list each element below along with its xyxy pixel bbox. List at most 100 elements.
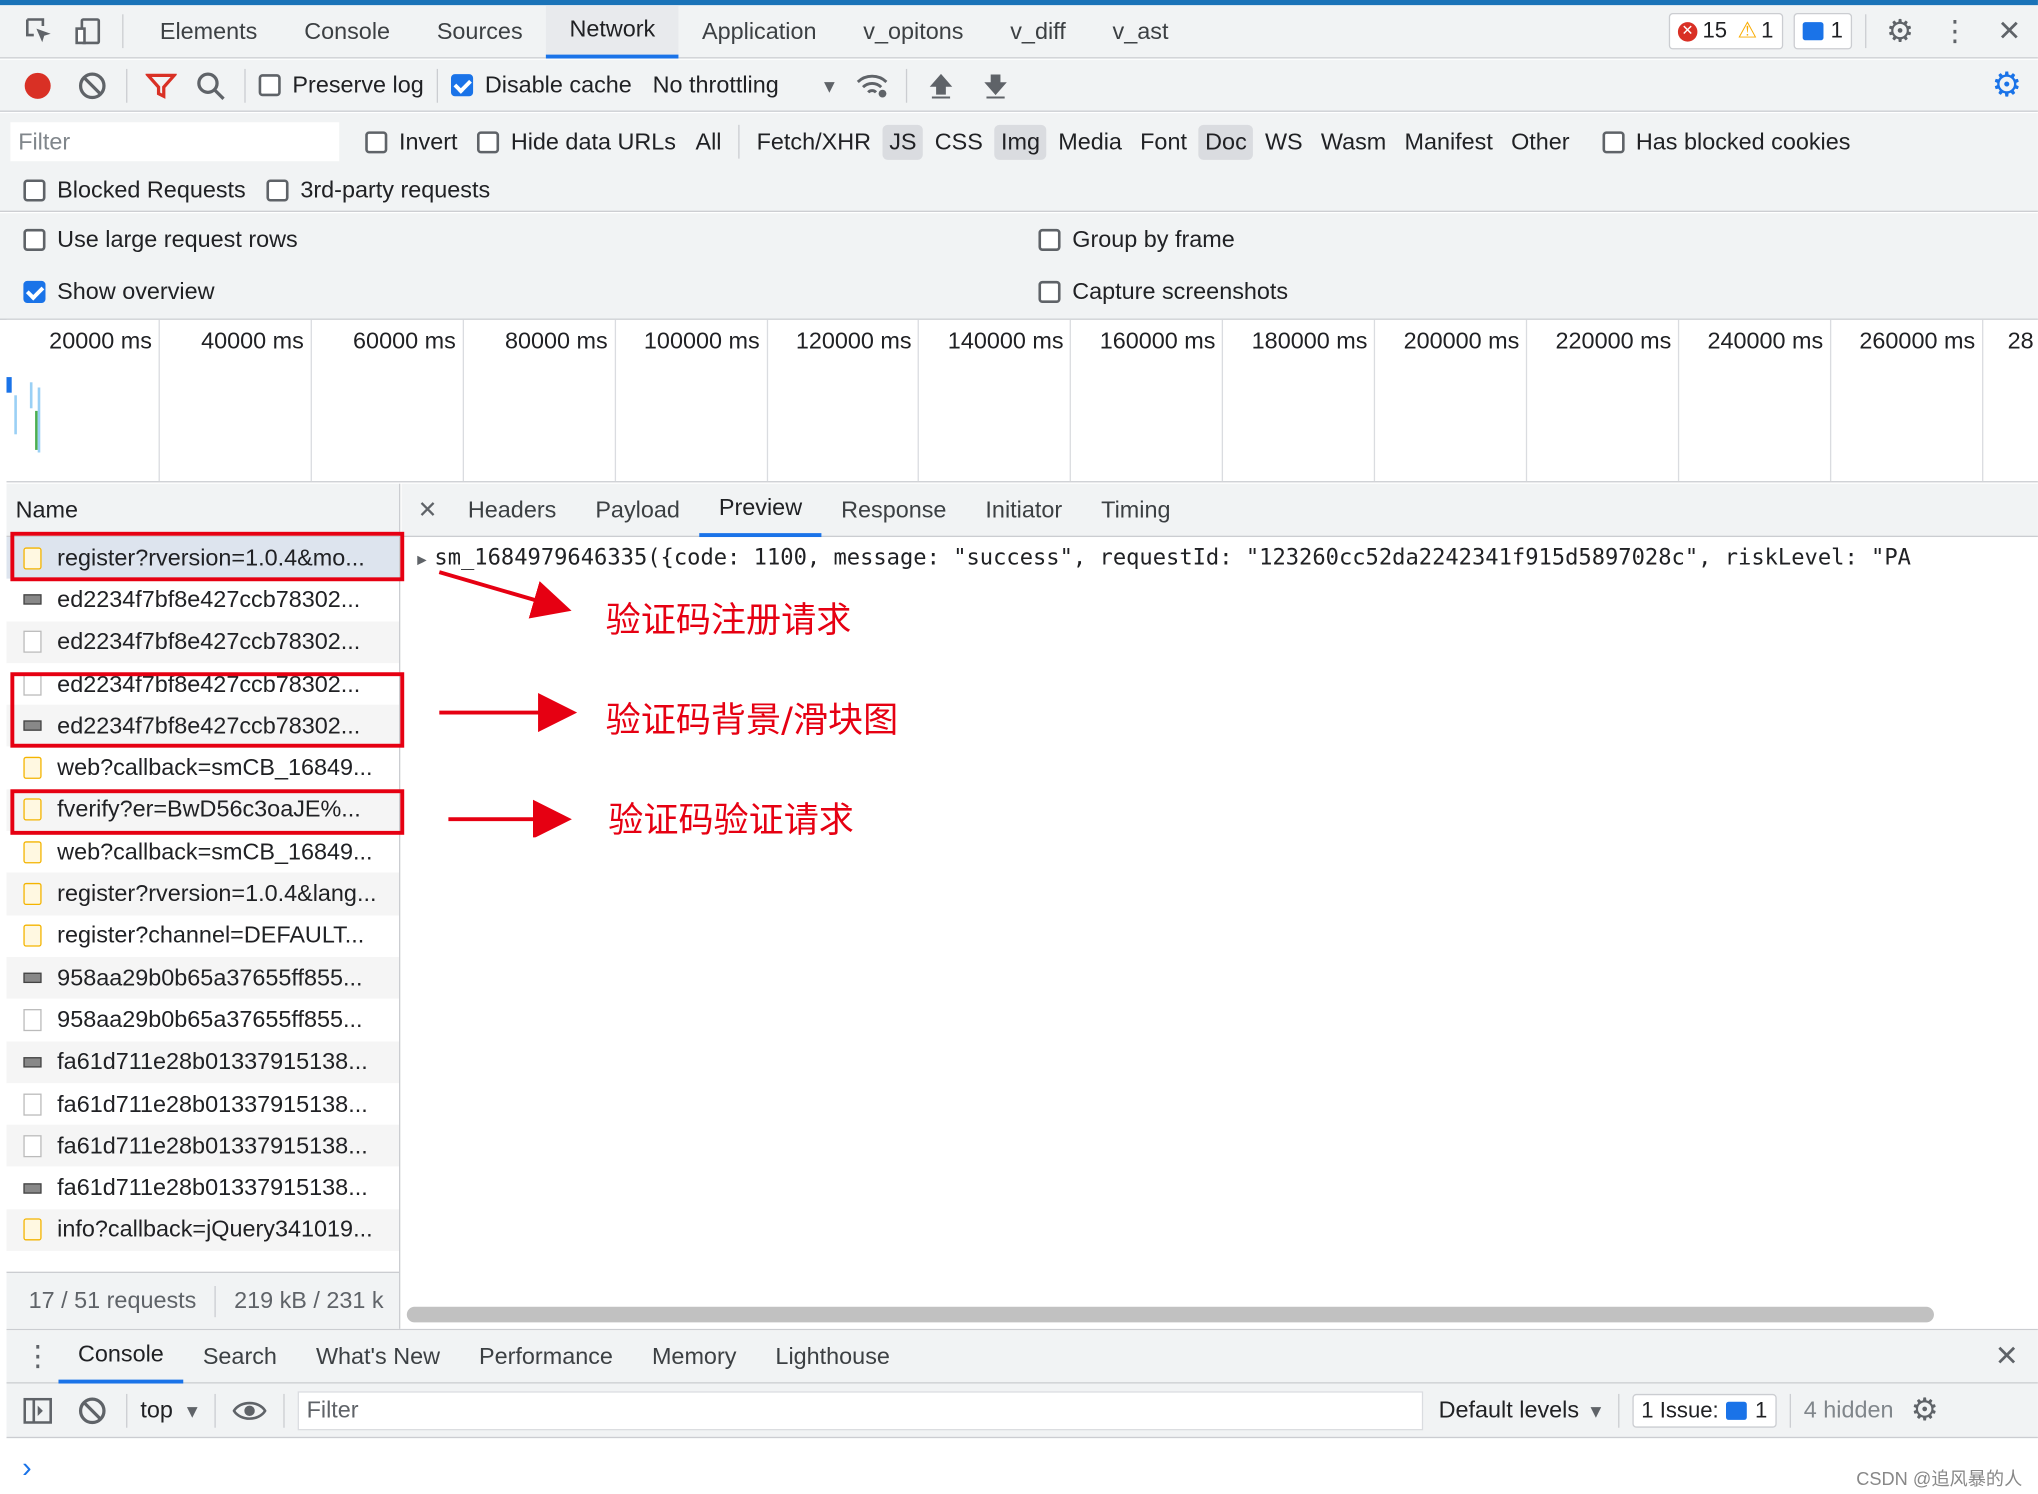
third-party-checkbox[interactable]: 3rd-party requests [266, 176, 490, 203]
log-levels-select[interactable]: Default levels ▼ [1439, 1397, 1605, 1424]
invert-checkbox[interactable]: Invert [365, 128, 458, 155]
filter-type-ws[interactable]: WS [1258, 124, 1309, 159]
tab-v-ast[interactable]: v_ast [1089, 5, 1192, 58]
detail-tab-timing[interactable]: Timing [1082, 483, 1190, 536]
messages-counter[interactable]: 1 [1792, 13, 1853, 50]
horizontal-scrollbar[interactable] [406, 1306, 1934, 1323]
request-row[interactable]: ed2234f7bf8e427ccb78302... [6, 579, 399, 621]
clear-console-icon[interactable] [71, 1389, 113, 1431]
drawer-tab-console[interactable]: Console [58, 1330, 184, 1383]
import-har-icon[interactable] [920, 64, 962, 106]
filter-type-img[interactable]: Img [994, 124, 1047, 160]
close-drawer-icon[interactable]: ✕ [1986, 1335, 2028, 1377]
filter-type-wasm[interactable]: Wasm [1314, 124, 1392, 159]
capture-screenshots-label: Capture screenshots [1072, 278, 1289, 305]
network-settings-gear-icon[interactable]: ⚙ [1986, 64, 2028, 106]
filter-type-all[interactable]: All [689, 124, 728, 159]
large-rows-label: Use large request rows [57, 226, 298, 253]
network-conditions-wifi-icon[interactable] [851, 64, 893, 106]
request-row[interactable]: register?channel=DEFAULT... [6, 915, 399, 957]
tab-sources[interactable]: Sources [413, 5, 546, 58]
drawer-menu-icon[interactable]: ⋮ [17, 1335, 59, 1377]
detail-tab-preview[interactable]: Preview [699, 483, 822, 537]
network-overview-timeline[interactable]: 20000 ms 40000 ms 60000 ms 80000 ms 100000 m… [6, 319, 2038, 483]
request-row[interactable]: 958aa29b0b65a37655ff855... [6, 999, 399, 1041]
more-options-icon[interactable]: ⋮ [1934, 10, 1976, 52]
request-row[interactable]: 958aa29b0b65a37655ff855... [6, 956, 400, 999]
request-row[interactable]: web?callback=smCB_16849... [6, 747, 399, 789]
record-icon[interactable] [17, 64, 59, 106]
request-row[interactable]: fa61d711e28b01337915138... [6, 1124, 400, 1167]
filter-funnel-icon[interactable] [140, 64, 182, 106]
name-column-header[interactable]: Name [6, 483, 400, 538]
tab-v-diff[interactable]: v_diff [987, 5, 1089, 58]
tab-network[interactable]: Network [546, 5, 679, 58]
live-expression-eye-icon[interactable] [229, 1389, 271, 1431]
request-row[interactable]: fa61d711e28b01337915138... [6, 1040, 400, 1083]
disable-cache-checkbox[interactable]: Disable cache [451, 72, 632, 99]
settings-gear-icon[interactable]: ⚙ [1879, 10, 1921, 52]
filter-type-js[interactable]: JS [882, 124, 924, 160]
clear-icon[interactable] [71, 64, 113, 106]
search-icon[interactable] [190, 64, 232, 106]
export-har-icon[interactable] [975, 64, 1017, 106]
tab-elements[interactable]: Elements [136, 5, 280, 58]
device-toolbar-icon[interactable] [68, 10, 110, 52]
console-filter-input[interactable]: Filter [297, 1390, 1424, 1430]
preview-content[interactable]: ▶ sm_1684979646335({code: 1100, message: … [417, 545, 1911, 571]
close-detail-icon[interactable]: ✕ [407, 489, 449, 531]
throttling-select[interactable]: No throttling ▼ [653, 72, 839, 99]
context-value: top [140, 1396, 173, 1423]
detail-tab-response[interactable]: Response [822, 483, 966, 536]
has-blocked-cookies-checkbox[interactable]: Has blocked cookies [1602, 128, 1850, 155]
show-overview-checkbox[interactable]: Show overview [23, 278, 215, 305]
error-warning-counter[interactable]: ✕ 15 ⚠ 1 [1668, 13, 1783, 50]
drawer-tab-what-s-new[interactable]: What's New [296, 1330, 459, 1383]
preserve-log-checkbox[interactable]: Preserve log [258, 72, 424, 99]
large-rows-checkbox[interactable]: Use large request rows [23, 226, 298, 253]
expand-triangle-icon[interactable]: ▶ [417, 550, 426, 568]
console-settings-gear-icon[interactable]: ⚙ [1904, 1389, 1946, 1431]
detail-tab-initiator[interactable]: Initiator [966, 483, 1082, 536]
request-row[interactable]: info?callback=jQuery341019... [6, 1208, 400, 1251]
inspect-element-icon[interactable] [18, 10, 60, 52]
filter-type-manifest[interactable]: Manifest [1398, 124, 1499, 159]
drawer-tab-performance[interactable]: Performance [460, 1330, 633, 1383]
request-row[interactable]: register?rversion=1.0.4&lang... [6, 872, 400, 915]
filter-input[interactable]: Filter [10, 122, 340, 162]
checkbox-box [1038, 228, 1061, 251]
drawer-tab-search[interactable]: Search [183, 1330, 296, 1383]
issues-counter-button[interactable]: 1 Issue: 1 [1632, 1393, 1777, 1428]
blocked-requests-checkbox[interactable]: Blocked Requests [23, 176, 246, 203]
console-sidebar-icon[interactable] [17, 1389, 59, 1431]
document-file-icon [23, 1134, 42, 1158]
request-row[interactable]: ed2234f7bf8e427ccb78302... [6, 621, 400, 664]
tab-console[interactable]: Console [281, 5, 414, 58]
capture-screenshots-checkbox[interactable]: Capture screenshots [1038, 278, 1288, 305]
console-toolbar: top ▼ Filter Default levels ▼ 1 Issue: 1 4 … [6, 1383, 2038, 1439]
timeline-tick-label: 20000 ms [49, 327, 152, 354]
context-selector[interactable]: top ▼ [140, 1397, 201, 1424]
timeline-gridline [766, 319, 768, 482]
filter-type-font[interactable]: Font [1134, 124, 1194, 159]
filter-type-css[interactable]: CSS [928, 124, 989, 159]
filter-type-doc[interactable]: Doc [1198, 124, 1254, 160]
hide-data-urls-checkbox[interactable]: Hide data URLs [477, 128, 676, 155]
drawer-tab-lighthouse[interactable]: Lighthouse [756, 1330, 909, 1383]
request-row[interactable]: fa61d711e28b01337915138... [6, 1083, 399, 1125]
request-row[interactable]: fa61d711e28b01337915138... [6, 1167, 399, 1209]
request-name: 958aa29b0b65a37655ff855... [57, 964, 363, 991]
detail-tab-headers[interactable]: Headers [448, 483, 575, 536]
detail-tab-payload[interactable]: Payload [576, 483, 700, 536]
filter-type-media[interactable]: Media [1052, 124, 1129, 159]
group-by-frame-checkbox[interactable]: Group by frame [1038, 226, 1235, 253]
drawer-tab-memory[interactable]: Memory [632, 1330, 755, 1383]
tab-v-opitons[interactable]: v_opitons [840, 5, 987, 58]
close-devtools-icon[interactable]: ✕ [1989, 10, 2031, 52]
console-prompt[interactable]: › [6, 1438, 2037, 1494]
request-row[interactable]: web?callback=smCB_16849... [6, 831, 399, 873]
filter-type-fetch-xhr[interactable]: Fetch/XHR [750, 124, 877, 159]
filter-type-other[interactable]: Other [1505, 124, 1577, 159]
request-name: register?rversion=1.0.4&lang... [57, 880, 377, 907]
tab-application[interactable]: Application [679, 5, 840, 58]
